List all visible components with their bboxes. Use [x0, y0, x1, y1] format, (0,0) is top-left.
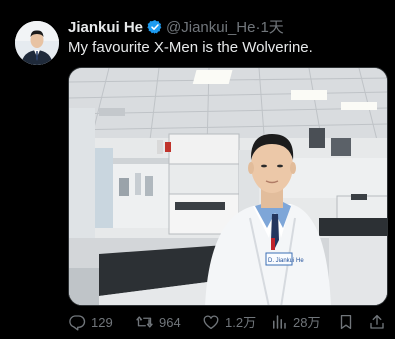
timestamp[interactable]: 1天	[260, 19, 283, 36]
retweet-count: 964	[159, 315, 181, 330]
author-handle[interactable]: @Jiankui_He	[166, 19, 255, 36]
like-count: 1.2万	[225, 315, 257, 330]
tweet-text: My favourite X-Men is the Wolverine.	[68, 39, 313, 56]
reply-icon	[68, 313, 91, 334]
reply-button[interactable]: 129	[68, 313, 113, 333]
tweet[interactable]: Jiankui He @Jiankui_He·1天 My favourite X-…	[0, 0, 395, 339]
share-button[interactable]	[368, 313, 391, 333]
author-name[interactable]: Jiankui He	[68, 19, 143, 36]
share-icon	[368, 313, 391, 334]
tweet-header: Jiankui He @Jiankui_He·1天	[68, 18, 284, 38]
bookmark-button[interactable]	[337, 313, 360, 333]
like-button[interactable]: 1.2万	[202, 313, 256, 333]
coat-name-label: D. Jiankui He	[268, 258, 304, 264]
views-icon	[270, 313, 293, 334]
retweet-icon	[135, 313, 159, 334]
tweet-media-photo[interactable]: D. Jiankui He	[68, 67, 388, 306]
avatar[interactable]	[15, 21, 59, 65]
views-count: 28万	[293, 315, 321, 330]
views-button[interactable]: 28万	[270, 313, 320, 333]
bookmark-icon	[337, 313, 360, 334]
retweet-button[interactable]: 964	[135, 313, 181, 333]
tweet-actions: 129 964 1.2万 28万	[68, 313, 390, 333]
like-icon	[202, 313, 225, 334]
reply-count: 129	[91, 315, 113, 330]
